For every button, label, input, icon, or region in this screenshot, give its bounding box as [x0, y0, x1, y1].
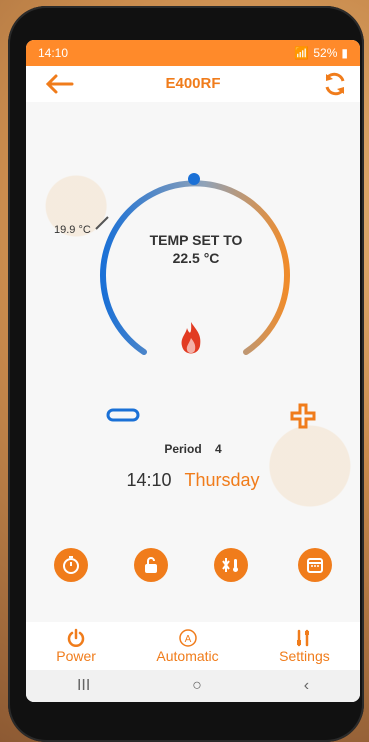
- power-tab[interactable]: Power: [56, 628, 96, 664]
- period-row: Period 4: [26, 442, 360, 456]
- schedule-button[interactable]: [298, 548, 332, 582]
- weekday: Thursday: [184, 470, 260, 490]
- device-title: E400RF: [165, 75, 221, 92]
- current-temperature: 19.9 °C: [54, 224, 91, 236]
- unlock-icon: [145, 557, 157, 573]
- settings-label: Settings: [279, 648, 330, 664]
- thermostat-panel: 19.9 °C TEMP SET TO 22.5 °C Period 4 14:…: [26, 102, 360, 622]
- calendar-icon: [307, 558, 323, 573]
- power-icon: [67, 628, 85, 647]
- wifi-icon: 📶: [294, 46, 310, 60]
- stopwatch-icon: [63, 556, 79, 574]
- app-bar: E400RF: [26, 66, 360, 103]
- clock-time: 14:10: [126, 470, 172, 490]
- timer-button[interactable]: [54, 548, 88, 582]
- automatic-mode-icon: A: [178, 629, 197, 647]
- settings-tab[interactable]: Settings: [279, 628, 330, 664]
- period-value: 4: [215, 442, 222, 456]
- automatic-tab[interactable]: A Automatic: [156, 628, 219, 664]
- system-back-button[interactable]: ‹: [304, 677, 309, 695]
- status-bar: 14:10 📶 52% ▮: [26, 40, 360, 66]
- period-label: Period: [164, 442, 202, 456]
- bottom-navigation: Power A Automatic Settings: [26, 622, 360, 670]
- recent-apps-button[interactable]: III: [77, 677, 90, 695]
- status-indicators: 📶 52% ▮: [294, 46, 348, 60]
- power-label: Power: [56, 648, 96, 664]
- lock-button[interactable]: [134, 548, 168, 582]
- phone-frame: 14:10 📶 52% ▮ E400RF 19.9 °C TEMP SET TO…: [8, 6, 364, 742]
- battery-level: 52%: [313, 46, 338, 60]
- increase-temp-button[interactable]: [288, 401, 318, 431]
- flame-icon: [181, 322, 201, 354]
- system-navigation-bar: III ○ ‹: [26, 670, 360, 702]
- app-screen: 14:10 📶 52% ▮ E400RF 19.9 °C TEMP SET TO…: [26, 40, 360, 702]
- tools-icon: [297, 629, 310, 647]
- snowflake-thermometer-icon: [222, 558, 238, 572]
- battery-icon: ▮: [341, 46, 348, 60]
- automatic-label: Automatic: [156, 648, 219, 664]
- status-time: 14:10: [38, 46, 69, 60]
- home-button[interactable]: ○: [192, 677, 202, 695]
- refresh-icon[interactable]: [322, 71, 348, 97]
- setpoint-knob: [188, 173, 200, 185]
- svg-text:A: A: [184, 634, 191, 645]
- frost-mode-button[interactable]: [214, 548, 248, 582]
- time-day-row: 14:10 Thursday: [26, 470, 360, 491]
- setpoint-value: 22.5 °C: [172, 250, 220, 266]
- decrease-temp-button[interactable]: [106, 407, 140, 423]
- setpoint-caption: TEMP SET TO: [149, 232, 243, 248]
